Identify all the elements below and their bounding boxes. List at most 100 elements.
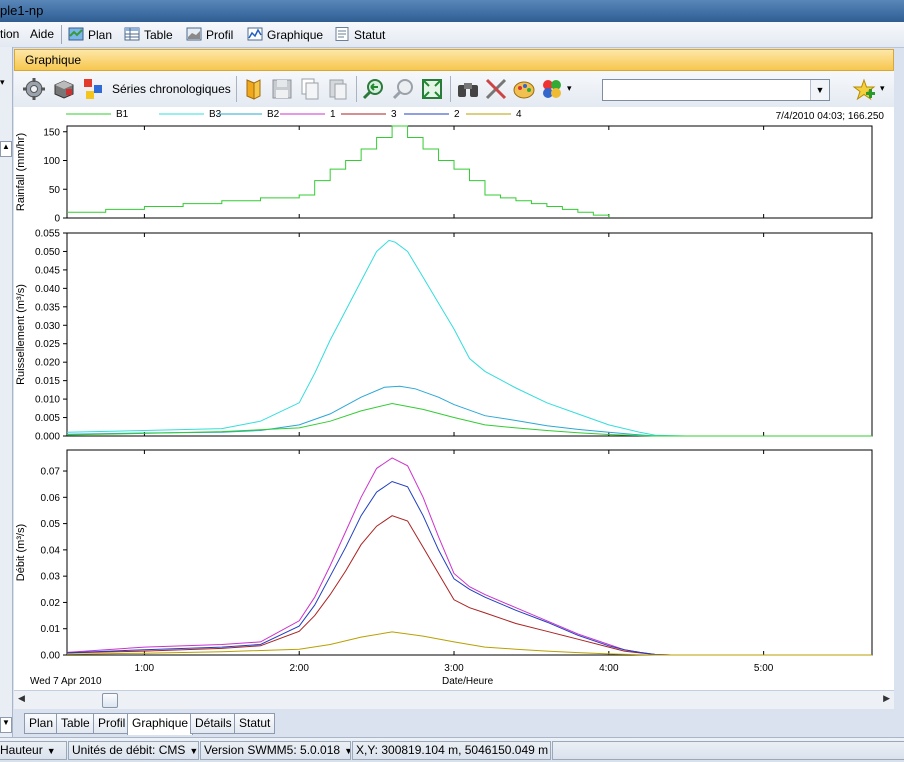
tools-icon[interactable] — [484, 77, 508, 101]
version-selector[interactable]: Version SWMM5: 5.0.018▼ — [200, 741, 351, 760]
legend-label-3: 3 — [391, 109, 397, 120]
browser-panel-edge: ▾ ▲ ▼ — [0, 47, 13, 737]
y-tick-label: 0.03 — [41, 572, 61, 583]
scrollbar-thumb[interactable] — [102, 693, 118, 708]
toolbar-separator — [356, 76, 357, 102]
tab-profil[interactable]: Profil — [93, 713, 131, 734]
y-tick-label: 150 — [43, 127, 60, 138]
scroll-down-icon[interactable]: ▼ — [0, 717, 12, 733]
chevron-down-icon[interactable]: ▾ — [567, 83, 572, 94]
menu-item-graphique[interactable]: Graphique — [247, 27, 323, 42]
tab-plan[interactable]: Plan — [24, 713, 59, 734]
y-tick-label: 0.010 — [35, 395, 60, 406]
horizontal-scrollbar[interactable]: ◀ ▶ — [14, 690, 894, 709]
chart-canvas: B1 B3 B2 1 3 2 4050100150Rainfall (mm/hr)0.000… — [15, 109, 873, 674]
chevron-down-icon: ▼ — [189, 746, 199, 756]
cube-icon[interactable] — [52, 77, 76, 101]
y-tick-label: 0.005 — [35, 413, 60, 424]
y-tick-label: 0.040 — [35, 284, 60, 295]
y-axis-label: Rainfall (mm/hr) — [15, 133, 27, 211]
zoom-back-icon[interactable] — [362, 77, 386, 101]
plot-frame — [66, 449, 873, 656]
y-tick-label: 0.05 — [41, 519, 61, 530]
add-star-icon[interactable] — [852, 78, 876, 102]
window-title: ple1-np — [0, 3, 44, 18]
series-selector-icon[interactable] — [82, 77, 106, 101]
legend-label-1: 1 — [330, 109, 336, 120]
scroll-up-icon[interactable]: ▲ — [0, 141, 12, 157]
status-bar: Hauteur ▼ Unités de débit: CMS ▼ Version S… — [0, 737, 904, 762]
zoom-out-icon[interactable] — [392, 77, 416, 101]
tab-bar: Plan Table Profil Graphique Détails Stat… — [14, 710, 894, 737]
toolbar-separator — [450, 76, 451, 102]
series-line-B1 — [66, 402, 872, 437]
tab-graphique[interactable]: Graphique — [127, 713, 194, 735]
legend-label-2: 2 — [454, 109, 460, 120]
flow-units-selector[interactable]: Unités de débit: CMS ▼ — [68, 741, 199, 760]
y-axis-label: Débit (m³/s) — [15, 524, 27, 581]
time-series-label[interactable]: Séries chronologiques — [112, 82, 231, 96]
x-tick-label: 5:00 — [754, 663, 774, 674]
table-icon — [124, 27, 140, 41]
chevron-down-icon[interactable]: ▾ — [880, 83, 885, 94]
series-line-B2 — [66, 385, 872, 437]
menu-item-profil[interactable]: Profil — [186, 27, 233, 42]
open-folder-icon[interactable] — [242, 77, 266, 101]
menu-item-plan[interactable]: Plan — [68, 27, 112, 42]
series-line-B3 — [66, 239, 872, 437]
y-tick-label: 0.015 — [35, 376, 60, 387]
color-theme-icon[interactable] — [540, 77, 564, 101]
y-tick-label: 50 — [49, 185, 61, 196]
y-tick-label: 0.035 — [35, 302, 60, 313]
scroll-right-icon[interactable]: ▶ — [883, 693, 890, 704]
y-tick-label: 0.050 — [35, 247, 60, 258]
zoom-extent-icon[interactable] — [420, 77, 444, 101]
menu-item-statut[interactable]: Statut — [334, 27, 385, 42]
chevron-down-icon: ▼ — [46, 746, 56, 756]
chevron-down-icon[interactable]: ▾ — [0, 77, 10, 93]
coordinates-readout: X,Y: 300819.104 m, 5046150.049 m — [352, 741, 551, 760]
save-icon[interactable] — [270, 77, 294, 101]
menu-item-table[interactable]: Table — [124, 27, 173, 42]
scroll-left-icon[interactable]: ◀ — [18, 693, 25, 704]
gear-icon[interactable] — [22, 77, 46, 101]
series-line-1 — [66, 457, 872, 656]
height-unit-selector[interactable]: Hauteur ▼ — [0, 741, 67, 760]
y-tick-label: 0.045 — [35, 265, 60, 276]
profile-icon — [186, 27, 202, 41]
map-icon — [68, 27, 84, 41]
graph-icon — [247, 27, 263, 41]
x-tick-label: 1:00 — [135, 663, 155, 674]
y-tick-label: 0.055 — [35, 229, 60, 240]
binoculars-icon[interactable] — [456, 77, 480, 101]
tab-details[interactable]: Détails — [190, 713, 237, 734]
chart-area: B1 B3 B2 1 3 2 4 0 50 100 150 Rainfall (mm/hr) 0.000… — [14, 107, 894, 690]
legend-label-B1: B1 — [116, 109, 129, 120]
y-tick-label: 0.07 — [41, 467, 61, 478]
y-axis-label: Ruissellement (m³/s) — [15, 284, 27, 385]
y-tick-label: 0 — [54, 214, 60, 225]
status-message — [552, 741, 904, 760]
cursor-readout: 7/4/2010 04:03; 166.250 — [775, 111, 884, 122]
x-tick-label: 4:00 — [599, 663, 619, 674]
y-tick-label: 0.04 — [41, 545, 61, 556]
y-tick-label: 0.020 — [35, 358, 60, 369]
x-tick-label: 3:00 — [444, 663, 464, 674]
series-line-4 — [66, 631, 872, 656]
combo-dropdown-icon[interactable]: ▼ — [810, 80, 829, 100]
graph-selector-combo[interactable]: ▼ — [602, 79, 830, 101]
series-line-3 — [66, 515, 872, 656]
menu-item-aide[interactable]: Aide — [30, 27, 54, 41]
palette-icon[interactable] — [512, 77, 536, 101]
tab-table[interactable]: Table — [56, 713, 95, 734]
x-tick-label: 2:00 — [289, 663, 309, 674]
y-tick-label: 0.02 — [41, 598, 61, 609]
panel-title: Graphique — [25, 53, 82, 67]
series-line-2 — [66, 480, 872, 656]
paste-icon[interactable] — [326, 77, 350, 101]
chevron-down-icon: ▼ — [344, 746, 350, 756]
menu-item-options[interactable]: tion — [0, 27, 19, 41]
y-tick-label: 0.025 — [35, 339, 60, 350]
tab-statut[interactable]: Statut — [234, 713, 276, 734]
copy-icon[interactable] — [298, 77, 322, 101]
